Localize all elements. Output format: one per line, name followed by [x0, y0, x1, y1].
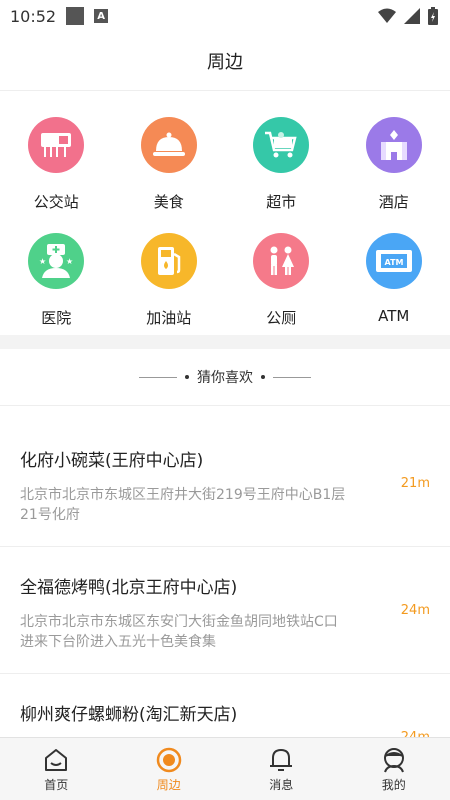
category-label: 酒店 — [378, 193, 409, 211]
divider-line — [139, 376, 177, 378]
status-right — [378, 7, 438, 25]
category-grid: 公交站 美食 超市 酒店 ★ ★ 医院 加油站 公厕 ATM ATM — [0, 91, 450, 335]
tab-label: 周边 — [156, 777, 181, 792]
shopping-cart-icon — [253, 117, 310, 173]
category-label: 加油站 — [146, 309, 192, 327]
place-list[interactable]: 化府小碗菜(王府中心店) 北京市北京市东城区王府井大街219号王府中心B1层21… — [0, 420, 450, 738]
status-left: 10:52 A — [10, 6, 109, 26]
divider-dot — [185, 375, 189, 379]
signal-icon — [404, 8, 420, 24]
section-title: 猜你喜欢 — [197, 370, 253, 386]
category-label: 公交站 — [33, 193, 79, 211]
category-hospital[interactable]: ★ ★ 医院 — [0, 233, 113, 335]
category-label: 公厕 — [266, 309, 297, 327]
place-distance: 24m — [400, 603, 430, 618]
battery-icon — [428, 7, 438, 25]
home-icon — [43, 746, 69, 774]
section-header: 猜你喜欢 — [0, 349, 450, 406]
place-name: 柳州爽仔螺蛳粉(淘汇新天店) — [20, 705, 238, 725]
status-bar: 10:52 A — [0, 0, 450, 32]
tab-profile[interactable]: 我的 — [338, 738, 450, 800]
category-label: ATM — [378, 307, 410, 325]
page-header: 周边 — [0, 32, 450, 91]
wifi-icon — [378, 8, 396, 23]
category-supermarket[interactable]: 超市 — [225, 117, 338, 219]
place-distance: 21m — [400, 476, 430, 491]
svg-text:ATM: ATM — [384, 258, 403, 267]
nearby-icon — [156, 746, 182, 774]
divider-dot — [261, 375, 265, 379]
bell-icon — [269, 746, 293, 774]
tab-label: 消息 — [269, 777, 294, 792]
notification-square-icon — [66, 7, 85, 25]
atm-icon: ATM — [365, 233, 422, 289]
tab-label: 我的 — [381, 777, 406, 792]
section-divider — [0, 335, 450, 349]
hotel-icon — [365, 117, 422, 173]
place-name: 全福德烤鸭(北京王府中心店) — [20, 578, 238, 598]
category-label: 超市 — [266, 193, 297, 211]
food-cloche-icon — [140, 117, 197, 173]
tab-label: 首页 — [44, 777, 69, 792]
hospital-icon: ★ ★ — [28, 233, 85, 289]
gas-station-icon — [140, 233, 197, 289]
list-item[interactable]: 柳州爽仔螺蛳粉(淘汇新天店) 24m — [0, 674, 450, 738]
tab-home[interactable]: 首页 — [0, 738, 113, 800]
svg-text:★: ★ — [66, 257, 73, 266]
profile-icon — [381, 746, 407, 774]
place-address: 北京市北京市东城区东安门大街金鱼胡同地铁站C口进来下台阶进入五光十色美食集 — [20, 614, 338, 650]
bottom-tab-bar: 首页 周边 消息 我的 — [0, 737, 450, 800]
list-item[interactable]: 全福德烤鸭(北京王府中心店) 北京市北京市东城区东安门大街金鱼胡同地铁站C口进来… — [0, 547, 450, 674]
status-time: 10:52 — [10, 6, 57, 26]
restroom-icon — [253, 233, 310, 289]
category-restroom[interactable]: 公厕 — [225, 233, 338, 335]
category-label: 医院 — [41, 309, 72, 327]
list-item[interactable]: 化府小碗菜(王府中心店) 北京市北京市东城区王府井大街219号王府中心B1层21… — [0, 420, 450, 547]
bus-stop-icon — [28, 117, 85, 173]
category-bus-stop[interactable]: 公交站 — [0, 117, 113, 219]
svg-text:★: ★ — [39, 257, 46, 266]
divider-line — [273, 376, 311, 378]
category-label: 美食 — [153, 193, 184, 211]
page-title: 周边 — [207, 52, 243, 73]
tab-messages[interactable]: 消息 — [225, 738, 338, 800]
place-address: 北京市北京市东城区王府井大街219号王府中心B1层21号化府 — [20, 487, 346, 523]
a-notification-icon: A — [94, 9, 109, 23]
category-atm[interactable]: ATM ATM — [338, 233, 450, 335]
category-food[interactable]: 美食 — [113, 117, 226, 219]
category-gas-station[interactable]: 加油站 — [113, 233, 226, 335]
category-hotel[interactable]: 酒店 — [338, 117, 450, 219]
tab-nearby[interactable]: 周边 — [113, 738, 226, 800]
place-name: 化府小碗菜(王府中心店) — [20, 451, 204, 471]
